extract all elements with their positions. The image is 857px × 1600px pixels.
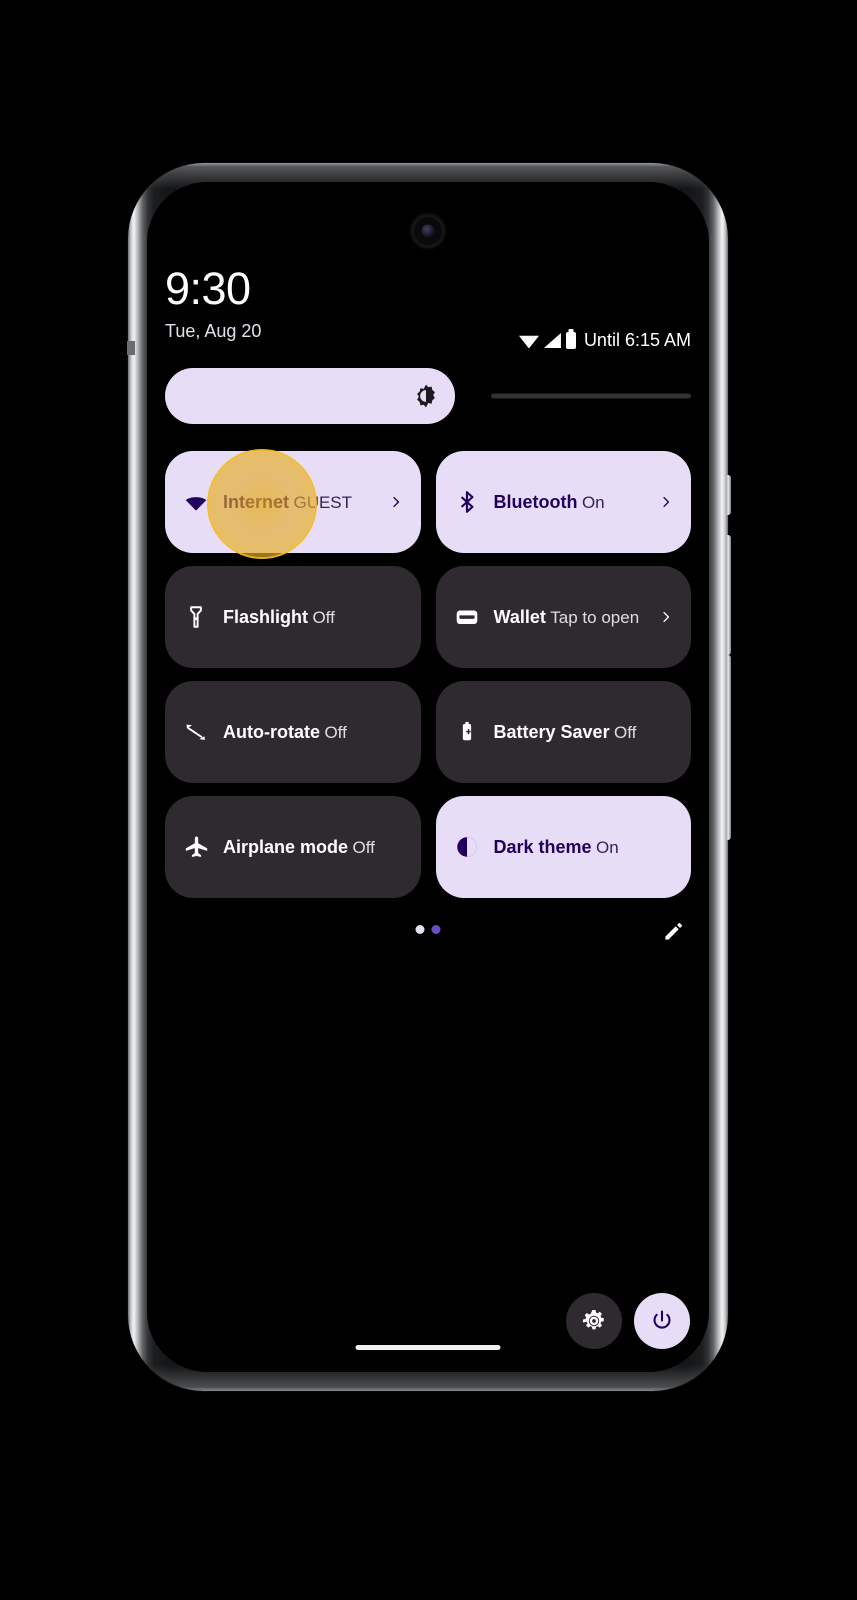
edit-tiles-button[interactable] [657,914,691,948]
tile-state: Tap to open [550,607,640,627]
tile-text-dark-theme: Dark theme On [494,836,674,859]
tile-dark-theme[interactable]: Dark theme On [435,796,691,898]
tile-label: Auto-rotate [223,721,320,742]
home-gesture-indicator[interactable] [355,1345,501,1350]
front-camera-icon [411,214,445,248]
brightness-slider-fill [165,368,455,424]
flashlight-icon [181,602,211,632]
gear-icon [582,1309,604,1330]
chevron-right-icon[interactable] [659,491,673,513]
antenna-line-left [127,341,135,355]
tile-text-auto-rotate: Auto-rotate Off [223,721,403,744]
page-indicator-dots[interactable] [415,925,441,934]
tile-state: Off [614,722,637,742]
tile-label: Battery Saver [493,721,610,742]
dark-theme-icon [452,832,482,862]
tile-label: Wallet [493,606,546,627]
battery-icon [565,332,576,349]
tile-text-airplane-mode: Airplane mode Off [223,836,403,859]
auto-rotate-icon [181,717,211,747]
brightness-slider[interactable] [165,368,691,424]
quick-settings-footer [165,914,691,948]
tile-state: Off [312,607,335,627]
tile-airplane-mode[interactable]: Airplane mode Off [165,796,421,898]
quick-settings-tile-grid: Internet GUEST Bluetooth On Flashlight O… [165,451,691,898]
tile-label: Flashlight [223,606,308,627]
status-bar-right: Until 6:15 AM [518,330,691,351]
page-dot-1[interactable] [415,925,425,934]
hardware-button-volume[interactable] [726,535,731,655]
tile-internet[interactable]: Internet GUEST [165,451,421,553]
clock-date: Tue, Aug 20 [165,321,262,341]
tile-text-battery-saver: Battery Saver Off [494,721,674,744]
settings-button[interactable] [566,1293,622,1349]
tile-text-internet: Internet GUEST [223,491,383,514]
pencil-edit-icon [665,922,683,940]
tile-label: Airplane mode [223,836,349,857]
tile-flashlight[interactable]: Flashlight Off [165,566,421,668]
brightness-icon [417,384,435,408]
tile-label: Dark theme [493,836,592,857]
tile-label: Bluetooth [493,491,578,512]
tile-state: GUEST [293,492,353,512]
tile-state: Off [324,722,347,742]
tile-bluetooth[interactable]: Bluetooth On [435,451,691,553]
tile-wallet[interactable]: Wallet Tap to open [435,566,691,668]
tile-state: On [581,492,605,512]
wifi-icon [518,335,539,348]
phone-screen: 9:30 Tue, Aug 20 Until 6:15 AM Internet … [147,182,709,1372]
airplane-icon [181,832,211,862]
power-icon [653,1310,671,1329]
tile-battery-saver[interactable]: Battery Saver Off [435,681,691,783]
bluetooth-icon [452,487,482,517]
quick-settings-actions [566,1293,690,1349]
wifi-icon [181,487,211,517]
clock-block: 9:30 Tue, Aug 20 [165,266,261,342]
battery-estimate-text: Until 6:15 AM [583,330,691,350]
tile-text-bluetooth: Bluetooth On [494,491,654,514]
chevron-right-icon[interactable] [389,491,403,513]
tile-text-flashlight: Flashlight Off [223,606,403,629]
hardware-button-mute[interactable] [726,475,731,515]
power-button[interactable] [634,1293,690,1349]
hardware-button-power[interactable] [726,655,731,840]
battery-saver-icon [452,717,482,747]
tile-state: On [596,837,619,857]
cellular-signal-icon [543,333,561,348]
brightness-slider-track [491,393,691,399]
page-dot-2[interactable] [431,925,441,934]
tile-auto-rotate[interactable]: Auto-rotate Off [165,681,421,783]
tile-text-wallet: Wallet Tap to open [494,606,654,629]
tile-label: Internet [223,491,290,512]
tile-state: Off [352,837,375,857]
wallet-icon [452,602,482,632]
clock-time: 9:30 [165,263,251,314]
chevron-right-icon[interactable] [659,606,673,628]
